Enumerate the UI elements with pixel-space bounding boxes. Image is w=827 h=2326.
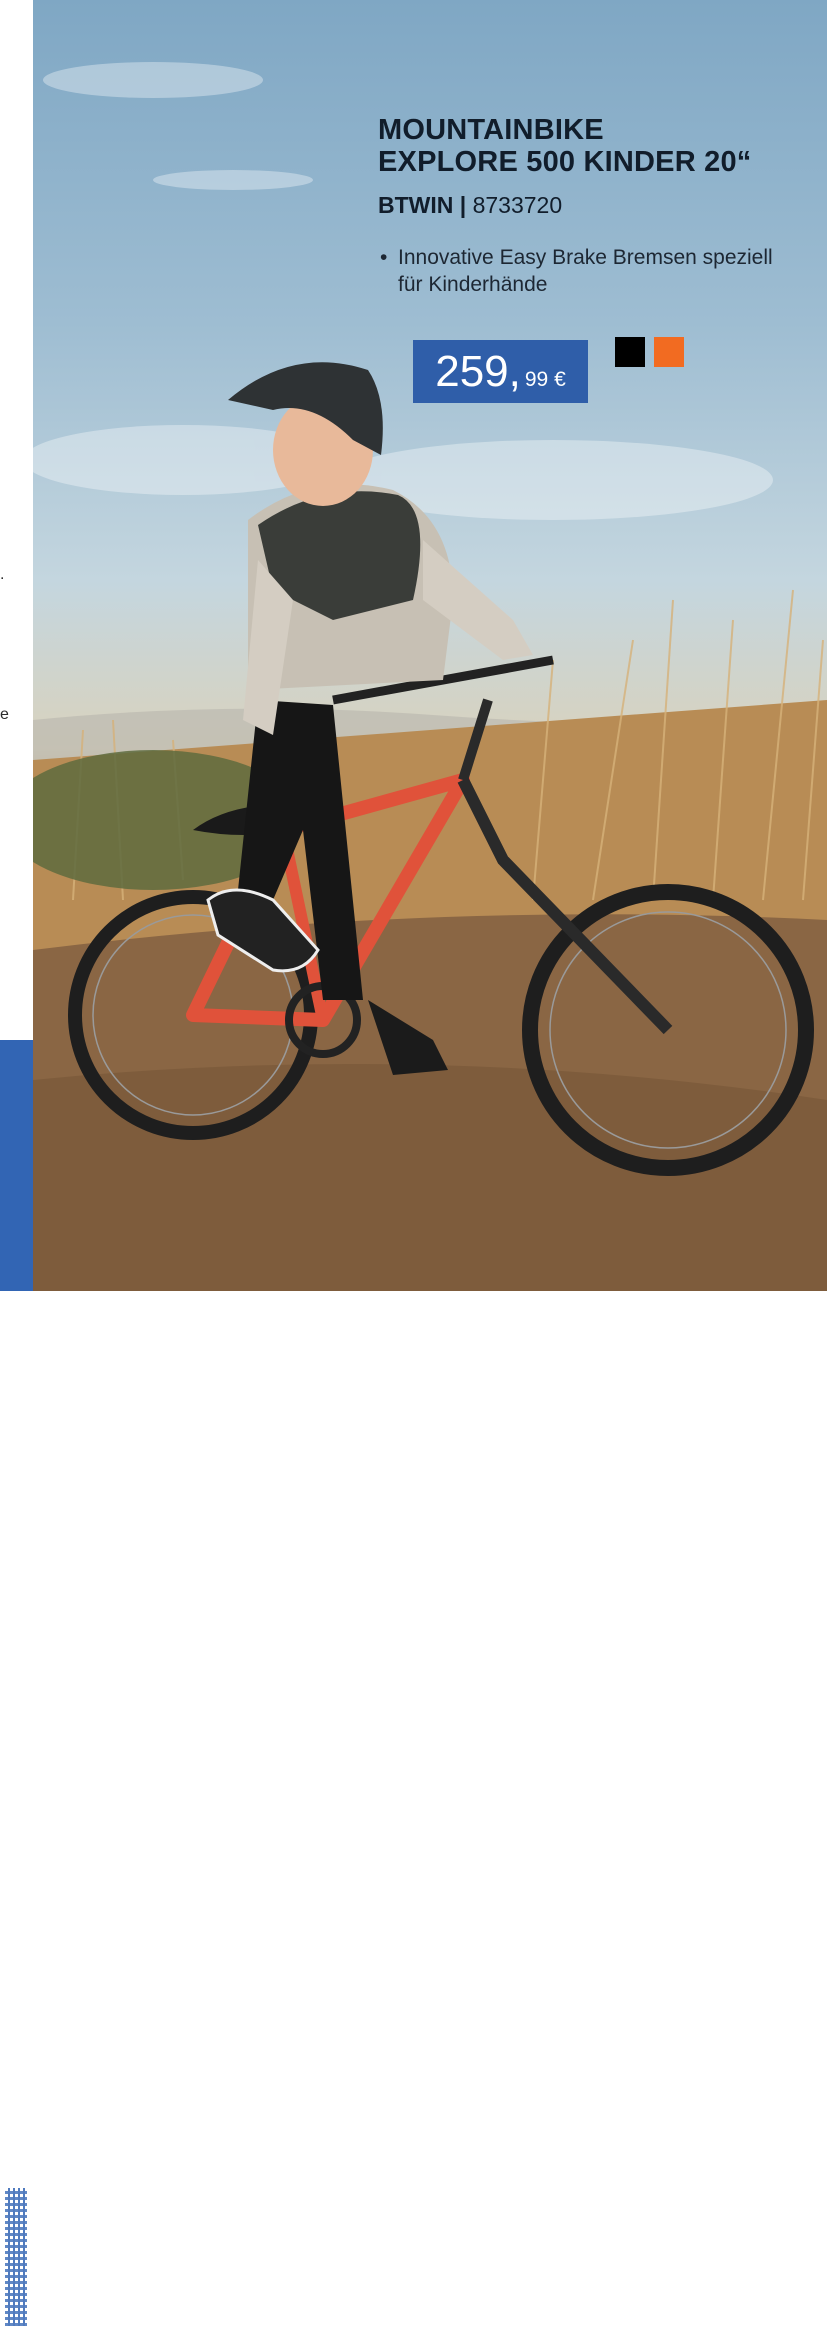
brand-separator: | <box>459 192 467 218</box>
title-line-2: EXPLORE 500 KINDER 20“ <box>378 146 752 178</box>
price-main: 259, <box>435 347 521 396</box>
left-text-fragment: e <box>0 706 9 723</box>
article-number: 8733720 <box>472 192 563 218</box>
price-tag: 259, 99 € <box>413 340 588 403</box>
price-cents: 99 € <box>524 368 566 391</box>
feature-list-item: • Innovative Easy Brake Bremsen speziell… <box>380 244 800 298</box>
color-swatch-orange <box>654 337 684 367</box>
left-text-fragment: . <box>0 566 5 583</box>
color-swatch-black <box>615 337 645 367</box>
title-line-1: MOUNTAINBIKE <box>378 114 604 146</box>
bullet-icon: • <box>380 246 388 269</box>
product-title: MOUNTAINBIKE EXPLORE 500 KINDER 20“ <box>378 114 818 178</box>
left-blue-panel <box>0 1040 33 2326</box>
brand-name: BTWIN <box>378 192 454 218</box>
brand-line: BTWIN | 8733720 <box>378 192 562 219</box>
qr-code-icon <box>5 2188 27 2326</box>
feature-text: Innovative Easy Brake Bremsen speziell f… <box>398 246 773 296</box>
